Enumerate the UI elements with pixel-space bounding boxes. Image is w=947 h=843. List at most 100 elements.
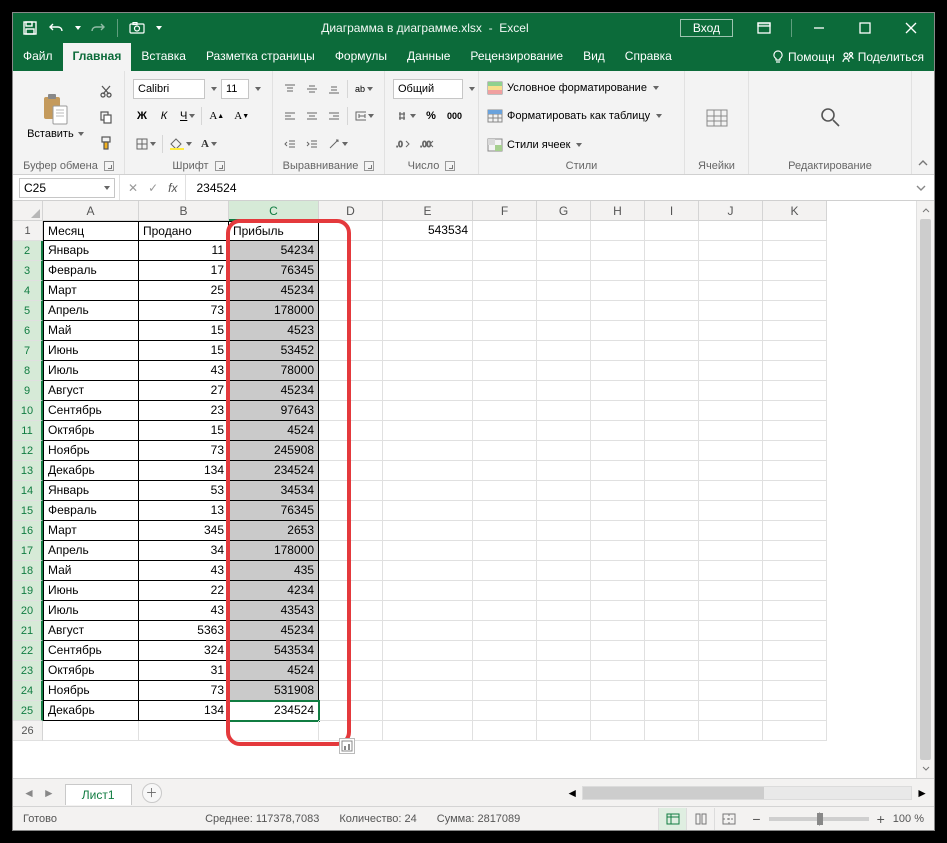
cell-B15[interactable]: 13 (139, 501, 229, 521)
conditional-formatting-button[interactable]: Условное форматирование (487, 81, 676, 95)
ribbon-tab-Вид[interactable]: Вид (573, 43, 615, 71)
cell-A20[interactable]: Июль (43, 601, 139, 621)
row-header-9[interactable]: 9 (13, 381, 43, 401)
sheet-nav-next-icon[interactable]: ► (43, 786, 55, 800)
cell-A18[interactable]: Май (43, 561, 139, 581)
view-normal-icon[interactable] (658, 808, 686, 830)
orientation-icon[interactable] (325, 134, 350, 154)
row-header-3[interactable]: 3 (13, 261, 43, 281)
row-header-24[interactable]: 24 (13, 681, 43, 701)
cell-B13[interactable]: 134 (139, 461, 229, 481)
cell-A11[interactable]: Октябрь (43, 421, 139, 441)
cell-C20[interactable]: 43543 (229, 601, 319, 621)
clipboard-launcher-icon[interactable] (104, 161, 114, 171)
collapse-ribbon-icon[interactable] (918, 158, 928, 170)
wrap-text-icon[interactable]: ab (352, 79, 375, 99)
fill-color-icon[interactable] (167, 134, 194, 154)
cell-B9[interactable]: 27 (139, 381, 229, 401)
undo-icon[interactable] (47, 19, 65, 37)
zoom-out-button[interactable]: − (752, 811, 760, 827)
decrease-decimal-icon[interactable]: .00 (417, 134, 437, 154)
cell-C16[interactable]: 2653 (229, 521, 319, 541)
row-header-7[interactable]: 7 (13, 341, 43, 361)
cell-C25[interactable]: 234524 (229, 701, 319, 721)
formula-input[interactable] (186, 181, 908, 195)
row-header-21[interactable]: 21 (13, 621, 43, 641)
cell-C24[interactable]: 531908 (229, 681, 319, 701)
borders-icon[interactable] (133, 134, 158, 154)
share-button[interactable]: Поделиться (841, 50, 924, 64)
comma-icon[interactable]: 000 (444, 106, 465, 126)
cell-B25[interactable]: 134 (139, 701, 229, 721)
font-name-combo[interactable] (133, 79, 205, 99)
cell-A9[interactable]: Август (43, 381, 139, 401)
cell-C2[interactable]: 54234 (229, 241, 319, 261)
alignment-launcher-icon[interactable] (364, 161, 374, 171)
tell-me-button[interactable]: Помощн (772, 50, 835, 64)
increase-indent-icon[interactable] (303, 134, 321, 154)
cells-button[interactable] (699, 102, 735, 132)
decrease-font-icon[interactable]: A▼ (231, 106, 252, 126)
format-painter-icon[interactable] (96, 133, 116, 153)
column-header-J[interactable]: J (699, 201, 763, 221)
cell-B21[interactable]: 5363 (139, 621, 229, 641)
paste-button[interactable]: Вставить (21, 90, 90, 144)
underline-button[interactable]: Ч (177, 106, 197, 126)
column-header-G[interactable]: G (537, 201, 591, 221)
column-header-C[interactable]: C (229, 201, 319, 221)
cell-C17[interactable]: 178000 (229, 541, 319, 561)
copy-icon[interactable] (96, 107, 116, 127)
increase-decimal-icon[interactable]: .0 (393, 134, 413, 154)
add-sheet-button[interactable]: ＋ (142, 783, 162, 803)
cell-A15[interactable]: Февраль (43, 501, 139, 521)
align-center-icon[interactable] (303, 106, 321, 126)
cell-B22[interactable]: 324 (139, 641, 229, 661)
row-header-2[interactable]: 2 (13, 241, 43, 261)
cell-B4[interactable]: 25 (139, 281, 229, 301)
align-middle-icon[interactable] (303, 79, 321, 99)
row-header-10[interactable]: 10 (13, 401, 43, 421)
cell-C14[interactable]: 34534 (229, 481, 319, 501)
cell-A19[interactable]: Июнь (43, 581, 139, 601)
format-as-table-button[interactable]: Форматировать как таблицу (487, 109, 676, 123)
redo-icon[interactable] (89, 19, 107, 37)
quick-analysis-icon[interactable] (339, 738, 355, 754)
cell-styles-button[interactable]: Стили ячеек (487, 138, 676, 152)
cell-A2[interactable]: Январь (43, 241, 139, 261)
row-header-26[interactable]: 26 (13, 721, 43, 741)
row-header-5[interactable]: 5 (13, 301, 43, 321)
cell-A16[interactable]: Март (43, 521, 139, 541)
cell-A22[interactable]: Сентябрь (43, 641, 139, 661)
row-header-18[interactable]: 18 (13, 561, 43, 581)
cell-C9[interactable]: 45234 (229, 381, 319, 401)
zoom-slider[interactable] (769, 817, 869, 821)
cell-C10[interactable]: 97643 (229, 401, 319, 421)
cell-C23[interactable]: 4524 (229, 661, 319, 681)
accounting-format-icon[interactable] (393, 106, 418, 126)
vertical-scrollbar[interactable] (916, 201, 934, 778)
cell-C13[interactable]: 234524 (229, 461, 319, 481)
cell-C6[interactable]: 4523 (229, 321, 319, 341)
cell-A7[interactable]: Июнь (43, 341, 139, 361)
row-header-6[interactable]: 6 (13, 321, 43, 341)
cell-C4[interactable]: 45234 (229, 281, 319, 301)
cell-A6[interactable]: Май (43, 321, 139, 341)
column-header-D[interactable]: D (319, 201, 383, 221)
ribbon-tab-Вставка[interactable]: Вставка (131, 43, 196, 71)
cell-B17[interactable]: 34 (139, 541, 229, 561)
cut-icon[interactable] (96, 81, 116, 101)
cell-B23[interactable]: 31 (139, 661, 229, 681)
cell-A10[interactable]: Сентябрь (43, 401, 139, 421)
zoom-level[interactable]: 100 % (893, 813, 924, 825)
percent-icon[interactable]: % (422, 106, 440, 126)
column-header-E[interactable]: E (383, 201, 473, 221)
expand-formula-bar-icon[interactable] (908, 181, 934, 195)
row-header-20[interactable]: 20 (13, 601, 43, 621)
cell-C7[interactable]: 53452 (229, 341, 319, 361)
ribbon-tab-Формулы[interactable]: Формулы (325, 43, 397, 71)
minimize-button[interactable] (796, 13, 842, 43)
cell-B18[interactable]: 43 (139, 561, 229, 581)
row-header-1[interactable]: 1 (13, 221, 43, 241)
fx-icon[interactable]: fx (168, 181, 177, 195)
grid-body[interactable]: 1МесяцПроданоПрибыль5435342Январь1154234… (13, 221, 916, 741)
